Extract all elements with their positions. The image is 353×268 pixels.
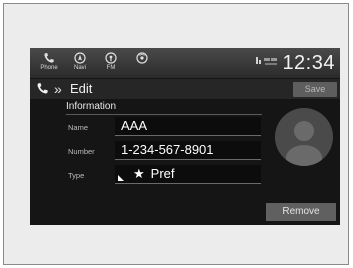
fm-app-label: FM — [106, 65, 116, 71]
number-field[interactable]: 1-234-567-8901 — [115, 141, 261, 160]
number-label: Number — [68, 147, 95, 156]
person-silhouette-icon — [286, 121, 322, 166]
infotainment-screen: Phone Navi FM 12:34 » Edit Save Informat… — [30, 48, 340, 225]
star-icon: ★ — [133, 166, 145, 181]
phone-icon — [37, 83, 48, 94]
satellite-radio-button[interactable] — [129, 51, 155, 76]
phone-icon — [44, 53, 54, 63]
navi-icon — [74, 52, 86, 64]
type-value: Pref — [150, 166, 175, 181]
page-title: Edit — [70, 81, 93, 96]
name-field[interactable]: AAA — [115, 117, 261, 136]
chevron-right-icon: » — [54, 81, 62, 97]
phone-app-label: Phone — [40, 65, 58, 71]
figure-frame: Phone Navi FM 12:34 » Edit Save Informat… — [3, 3, 349, 265]
fm-app-button[interactable]: FM — [98, 51, 124, 76]
status-bar: Phone Navi FM 12:34 — [30, 48, 340, 78]
clock: 12:34 — [282, 52, 335, 74]
type-field[interactable]: ★ Pref — [115, 165, 261, 184]
avatar[interactable] — [275, 108, 333, 166]
type-label: Type — [68, 171, 85, 180]
phone-app-button[interactable]: Phone — [36, 51, 62, 76]
dropdown-corner-icon — [118, 175, 124, 181]
section-title: Information — [66, 101, 117, 112]
navi-app-label: Navi — [73, 65, 86, 71]
divider — [66, 114, 262, 115]
save-button[interactable]: Save — [293, 82, 337, 97]
radio-icon — [105, 52, 117, 64]
satellite-radio-icon — [136, 52, 148, 64]
navi-app-button[interactable]: Navi — [67, 51, 93, 76]
remove-button[interactable]: Remove — [266, 203, 336, 221]
name-label: Name — [68, 123, 89, 132]
edit-header: » Edit Save — [30, 79, 340, 99]
